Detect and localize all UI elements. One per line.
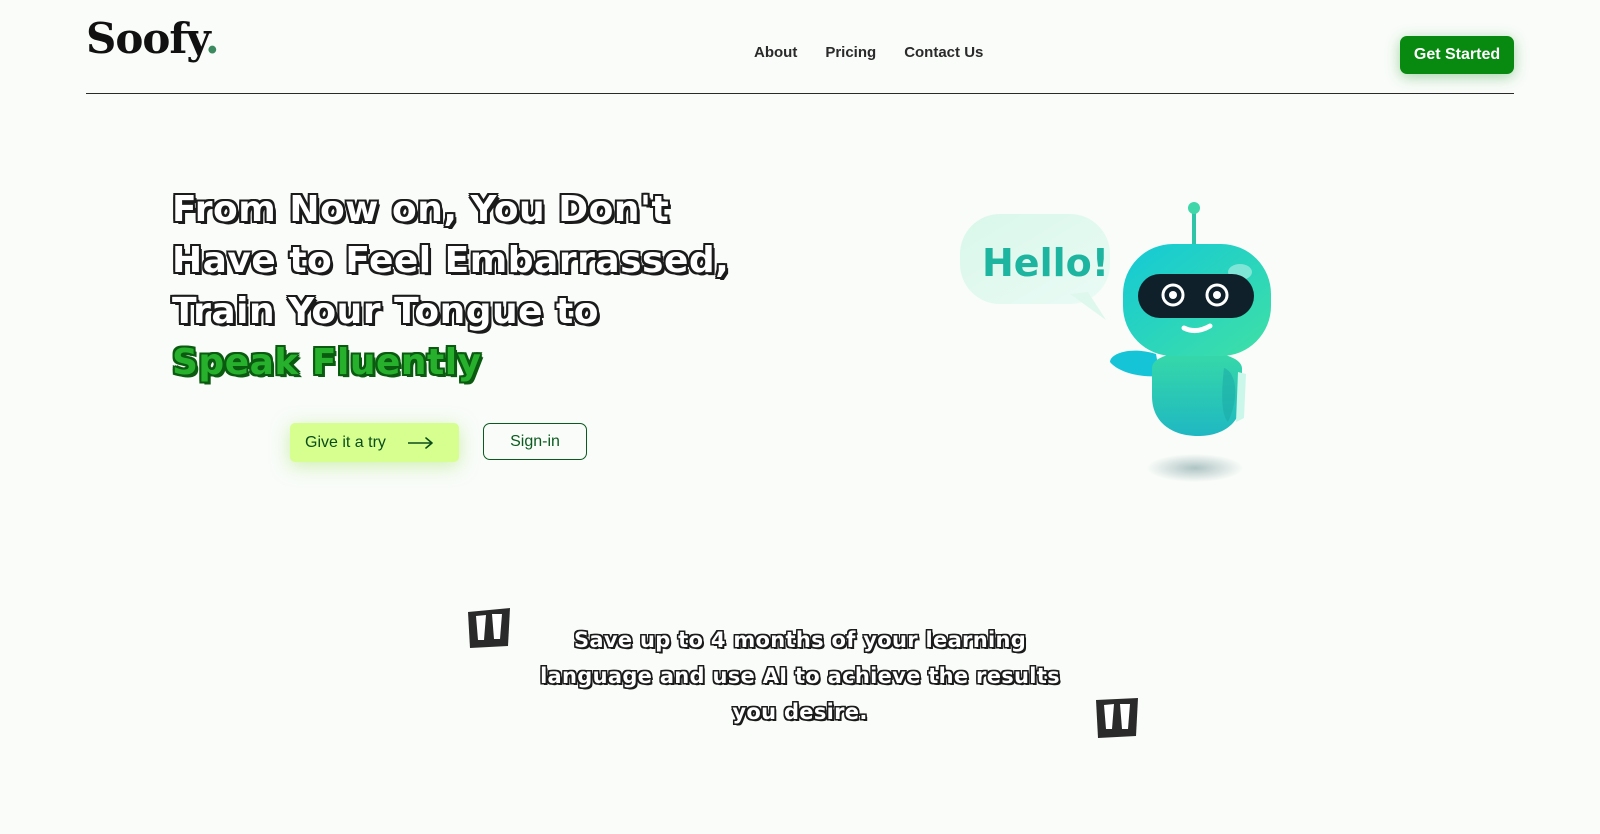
close-quote-icon — [1096, 698, 1138, 738]
nav-link-about[interactable]: About — [754, 44, 797, 61]
open-quote-icon — [468, 608, 510, 648]
nav-link-contact[interactable]: Contact Us — [904, 44, 983, 61]
get-started-button[interactable]: Get Started — [1400, 36, 1514, 74]
logo[interactable]: Soofy. — [86, 14, 220, 63]
give-it-a-try-button[interactable]: Give it a try — [290, 423, 459, 462]
main-nav: About Pricing Contact Us — [754, 44, 983, 61]
give-it-a-try-label: Give it a try — [305, 433, 386, 451]
logo-dot: . — [205, 14, 220, 63]
hero-headline: From Now on, You Don't Have to Feel Emba… — [172, 184, 732, 388]
nav-link-pricing[interactable]: Pricing — [825, 44, 876, 61]
arrow-right-icon — [407, 436, 433, 449]
quote-text: Save up to 4 months of your learning lan… — [540, 628, 1060, 724]
hero-headline-text: From Now on, You Don't Have to Feel Emba… — [172, 189, 730, 332]
bubble-hello-text: Hello! — [982, 241, 1109, 285]
site-header: Soofy. About Pricing Contact Us Get Star… — [86, 0, 1514, 94]
hero-headline-accent: Speak Fluently — [172, 342, 482, 383]
sign-in-button[interactable]: Sign-in — [483, 423, 587, 460]
landing-page: Soofy. About Pricing Contact Us Get Star… — [0, 0, 1600, 834]
logo-text: Soofy — [86, 14, 206, 63]
speech-bubble: Hello! — [960, 214, 1110, 320]
robot-illustration: Hello! — [960, 202, 1271, 482]
